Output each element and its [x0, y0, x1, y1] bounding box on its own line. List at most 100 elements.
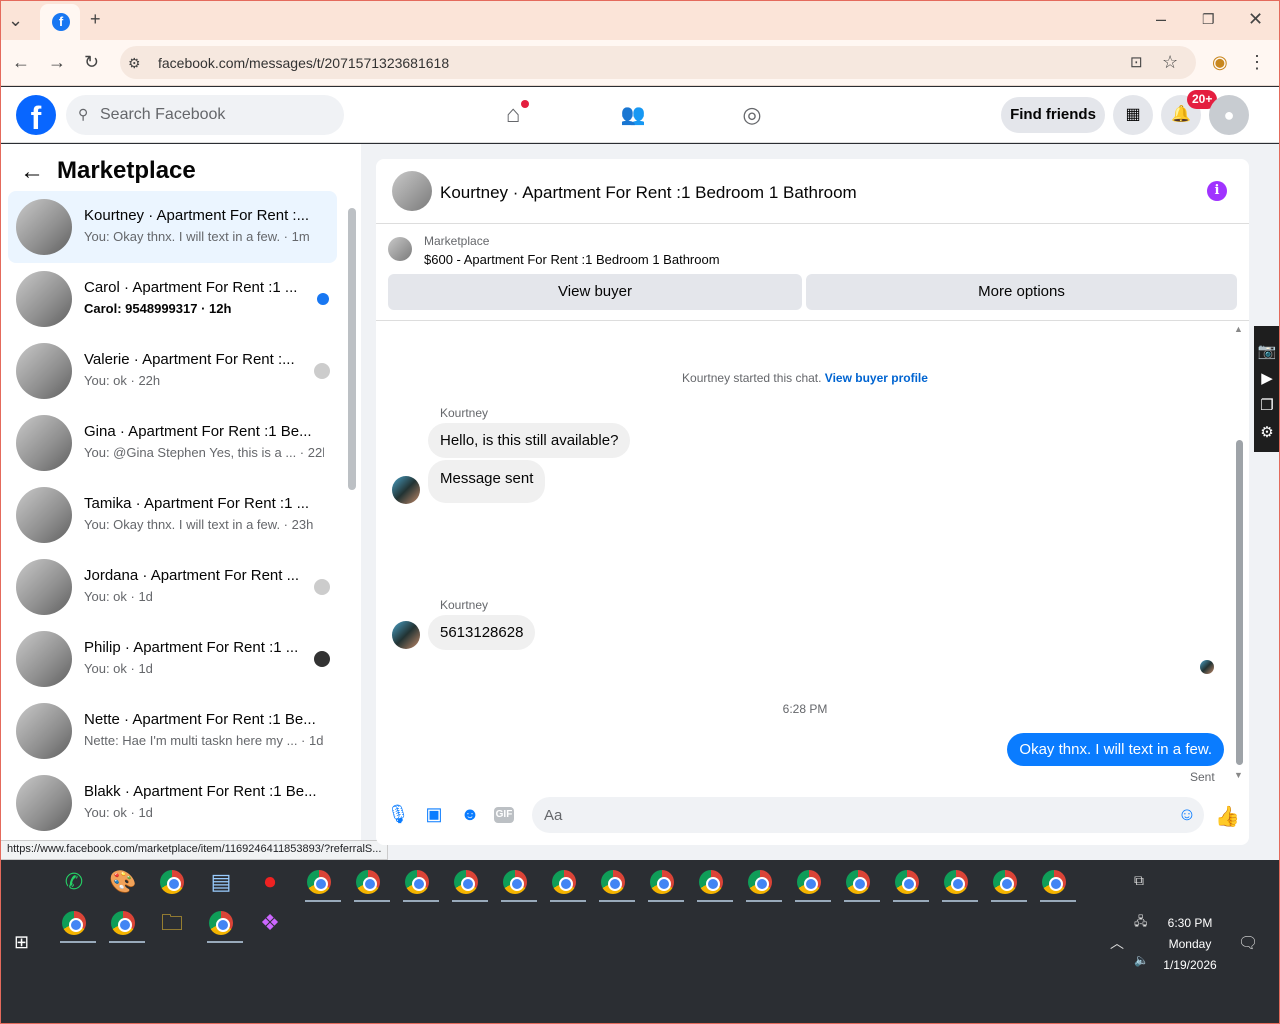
video-icon[interactable]: ▶ [1254, 365, 1280, 392]
chrome-app-icon[interactable] [887, 862, 929, 902]
conversation-item[interactable]: Valerie · Apartment For Rent :... You: ok… [8, 335, 337, 407]
conversation-item[interactable]: Jordana · Apartment For Rent ... You: ok … [8, 551, 337, 623]
message-bubble[interactable]: Message sent [428, 460, 546, 503]
bookmark-star-icon[interactable]: ☆ [1162, 52, 1178, 72]
chrome-app-icon[interactable] [103, 903, 145, 943]
account-avatar[interactable]: ● [1209, 95, 1249, 135]
friends-icon[interactable]: 👥 [611, 93, 655, 137]
tab-search-icon[interactable]: ⌄ [8, 10, 23, 30]
chrome-app-icon[interactable] [838, 862, 880, 902]
chrome-app-icon[interactable] [54, 903, 96, 943]
volume-icon[interactable]: 🔈 [1134, 953, 1149, 967]
screen-capture-toolbar: 📷 ▶ ❐ ⚙ [1254, 326, 1280, 452]
camera-icon[interactable]: 📷 [1254, 338, 1280, 365]
facebook-logo-icon[interactable]: f [16, 95, 56, 136]
paint-app-icon[interactable]: 🎨 [103, 862, 143, 902]
profile-icon[interactable]: ◉ [1212, 52, 1228, 72]
settings-gear-icon[interactable]: ⚙ [1254, 419, 1280, 446]
conversation-item[interactable]: Philip · Apartment For Rent :1 ... You: o… [8, 623, 337, 695]
window-icon[interactable]: ❐ [1254, 392, 1280, 419]
chrome-app-icon[interactable] [348, 862, 390, 902]
gif-icon[interactable]: GIF [494, 807, 514, 823]
network-icon[interactable]: 🖧 [1134, 912, 1147, 933]
chrome-app-icon[interactable] [201, 903, 243, 943]
file-explorer-icon[interactable]: 🗀 [152, 903, 192, 943]
chrome-app-icon[interactable] [152, 862, 192, 902]
photo-icon[interactable]: ▣ [422, 804, 446, 825]
chrome-app-icon[interactable] [740, 862, 782, 902]
chrome-app-icon[interactable] [397, 862, 439, 902]
message-bubble[interactable]: 5613128628 [428, 615, 536, 650]
forward-icon[interactable]: → [48, 52, 66, 72]
windows-start-icon[interactable]: ⊞ [14, 932, 29, 953]
chrome-logo-icon [160, 870, 184, 894]
back-icon[interactable]: ← [12, 52, 30, 72]
info-icon[interactable]: i [1207, 181, 1227, 201]
chat-avatar[interactable] [392, 171, 432, 211]
chrome-app-icon[interactable] [1034, 862, 1076, 902]
search-input[interactable]: ⚲ Search Facebook [66, 95, 344, 135]
copilot-icon[interactable]: ❖ [250, 903, 290, 943]
conversation-item[interactable]: Nette · Apartment For Rent :1 Be... Nette… [8, 695, 337, 767]
listing-thumbnail[interactable] [388, 237, 412, 261]
conversation-item[interactable]: Gina · Apartment For Rent :1 Be... You: @… [8, 407, 337, 479]
sender-avatar[interactable] [392, 476, 420, 504]
meet-now-icon[interactable]: ⧉ [1134, 872, 1144, 889]
conversation-item[interactable]: Tamika · Apartment For Rent :1 ... You: O… [8, 479, 337, 551]
chrome-app-icon[interactable] [544, 862, 586, 902]
chrome-app-icon[interactable] [495, 862, 537, 902]
chrome-app-icon[interactable] [691, 862, 733, 902]
new-tab-icon[interactable]: + [90, 9, 101, 29]
view-buyer-button[interactable]: View buyer [388, 274, 802, 310]
chrome-app-icon[interactable] [593, 862, 635, 902]
more-options-button[interactable]: More options [806, 274, 1237, 310]
restore-icon[interactable]: ❐ [1202, 9, 1215, 29]
chat-title[interactable]: Kourtney · Apartment For Rent :1 Bedroom… [440, 183, 857, 203]
listing-title[interactable]: $600 - Apartment For Rent :1 Bedroom 1 B… [424, 252, 720, 267]
back-arrow-icon[interactable]: ← [20, 158, 44, 186]
chrome-app-icon[interactable] [642, 862, 684, 902]
home-icon[interactable]: ⌂ [491, 93, 535, 137]
chat-scrollbar[interactable] [1236, 440, 1243, 765]
show-hidden-icons-icon[interactable]: ︿ [1110, 933, 1124, 953]
whatsapp-app-icon[interactable]: ✆ [54, 862, 94, 902]
browser-tab[interactable]: f [40, 4, 80, 40]
chrome-app-icon[interactable] [299, 862, 341, 902]
message-bubble[interactable]: Hello, is this still available? [428, 423, 631, 458]
sender-avatar[interactable] [392, 621, 420, 649]
outgoing-message-bubble[interactable]: Okay thnx. I will text in a few. [1007, 733, 1224, 766]
microphone-icon[interactable]: 🎙 [386, 804, 410, 825]
install-app-icon[interactable]: ⊡ [1130, 53, 1143, 73]
groups-icon[interactable]: ◎ [730, 93, 774, 137]
chrome-logo-icon [797, 870, 821, 894]
menu-grid-icon[interactable]: ▦ [1113, 95, 1153, 135]
sticker-icon[interactable]: ☻ [458, 804, 482, 825]
emoji-icon[interactable]: ☺ [1175, 804, 1199, 825]
reload-icon[interactable]: ↻ [84, 52, 99, 72]
chrome-app-icon[interactable] [789, 862, 831, 902]
running-indicator [844, 900, 880, 902]
chrome-app-icon[interactable] [936, 862, 978, 902]
read-avatar [314, 579, 330, 595]
conversation-item[interactable]: Blakk · Apartment For Rent :1 Be... You: … [8, 767, 337, 839]
taskbar-clock[interactable]: 6:30 PM Monday 1/19/2026 [1150, 913, 1230, 976]
view-buyer-profile-link[interactable]: View buyer profile [825, 371, 928, 385]
notification-center-icon[interactable]: 🗨 [1238, 933, 1258, 953]
find-friends-button[interactable]: Find friends [1001, 97, 1105, 133]
close-window-icon[interactable]: ✕ [1248, 9, 1263, 29]
menu-dots-icon[interactable]: ⋮ [1248, 52, 1266, 72]
chrome-app-icon[interactable] [985, 862, 1027, 902]
chrome-app-icon[interactable] [446, 862, 488, 902]
conversation-item[interactable]: Carol · Apartment For Rent :1 ... Carol: … [8, 263, 337, 335]
sidebar-scrollbar[interactable] [348, 208, 356, 490]
site-info-icon[interactable]: ⚙ [128, 53, 141, 73]
minimize-icon[interactable]: – [1156, 9, 1166, 29]
scroll-down-arrow-icon[interactable]: ▼ [1234, 770, 1243, 780]
conversation-item[interactable]: Kourtney · Apartment For Rent :... You: O… [8, 191, 337, 263]
notepad-app-icon[interactable]: ▤ [201, 862, 241, 902]
message-input[interactable]: Aa [532, 797, 1204, 833]
scroll-up-arrow-icon[interactable]: ▲ [1234, 324, 1243, 334]
thumbs-up-icon[interactable]: 👍 [1215, 804, 1240, 829]
url-text[interactable]: facebook.com/messages/t/2071571323681618 [158, 55, 449, 71]
record-app-icon[interactable]: ⏺ [250, 862, 290, 902]
